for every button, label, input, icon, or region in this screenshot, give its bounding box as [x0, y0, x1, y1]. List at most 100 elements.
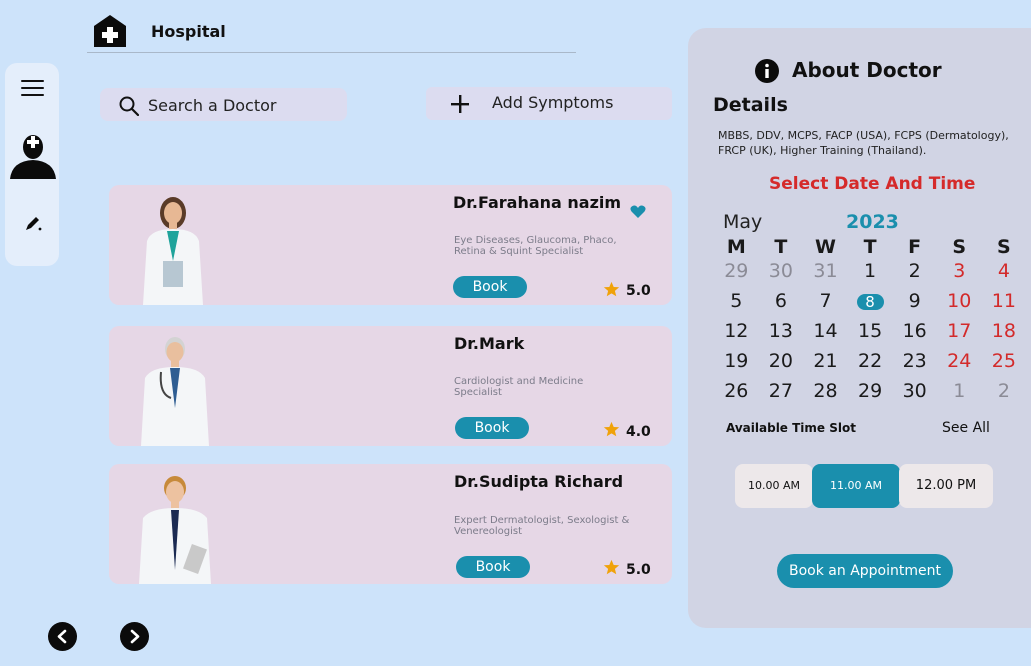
- selected-day-marker: 8: [856, 294, 884, 310]
- calendar-week-row: 29 30 31 1 2 3 4: [714, 259, 1031, 289]
- hospital-icon: [94, 15, 126, 47]
- doctor-specialty: Expert Dermatologist, Sexologist & Vener…: [454, 515, 630, 537]
- about-doctor-panel: About Doctor Details MBBS, DDV, MCPS, FA…: [688, 28, 1031, 628]
- calendar-weekday: T: [863, 236, 877, 258]
- calendar-day[interactable]: 7: [803, 289, 848, 319]
- time-slot-selected[interactable]: 11.00 AM: [812, 464, 900, 508]
- doctor-specialty: Eye Diseases, Glaucoma, Phaco, Retina & …: [454, 235, 617, 257]
- calendar-day[interactable]: 13: [759, 319, 804, 349]
- calendar-day[interactable]: 20: [759, 349, 804, 379]
- brand: Hospital: [93, 14, 226, 48]
- search-input[interactable]: Search a Doctor: [148, 96, 277, 115]
- star-icon: [603, 421, 620, 437]
- doctor-card[interactable]: Dr.Farahana nazim Eye Diseases, Glaucoma…: [109, 185, 672, 305]
- calendar-weekday: W: [815, 236, 836, 258]
- calendar-week-row: 5 6 7 8 9 10 11: [714, 289, 1031, 319]
- calendar-day[interactable]: 23: [892, 349, 937, 379]
- calendar-day[interactable]: 6: [759, 289, 804, 319]
- calendar-day[interactable]: 29: [848, 379, 893, 409]
- calendar-day[interactable]: 4: [982, 259, 1027, 289]
- calendar-day[interactable]: 22: [848, 349, 893, 379]
- doctor-photo: [141, 337, 209, 446]
- heart-icon[interactable]: [630, 205, 646, 219]
- doctor-photo: [143, 197, 203, 305]
- calendar-weekday: S: [952, 236, 967, 258]
- about-title: About Doctor: [792, 58, 942, 82]
- star-icon: [603, 559, 620, 575]
- calendar-day[interactable]: 21: [803, 349, 848, 379]
- calendar-day[interactable]: 26: [714, 379, 759, 409]
- calendar-week-row: 19 20 21 22 23 24 25: [714, 349, 1031, 379]
- book-button[interactable]: Book: [455, 417, 529, 439]
- calendar-day[interactable]: 18: [982, 319, 1027, 349]
- see-all-link[interactable]: See All: [942, 420, 990, 436]
- calendar-day[interactable]: 24: [937, 349, 982, 379]
- calendar-day[interactable]: 10: [937, 289, 982, 319]
- calendar-day[interactable]: 27: [759, 379, 804, 409]
- book-appointment-button[interactable]: Book an Appointment: [777, 554, 953, 588]
- calendar-day[interactable]: 29: [714, 259, 759, 289]
- menu-icon[interactable]: [21, 80, 44, 96]
- chevron-right-icon: [130, 629, 140, 644]
- calendar-weekday-row: MTWTFSS: [714, 235, 1031, 259]
- calendar-day[interactable]: 5: [714, 289, 759, 319]
- details-text: MBBS, DDV, MCPS, FACP (USA), FCPS (Derma…: [718, 129, 1009, 157]
- calendar-week-row: 12 13 14 15 16 17 18: [714, 319, 1031, 349]
- doctor-rating: 4.0: [626, 424, 651, 440]
- doctor-name: Dr.Farahana nazim: [453, 193, 622, 212]
- calendar-day[interactable]: 11: [982, 289, 1027, 319]
- calendar-day[interactable]: 25: [982, 349, 1027, 379]
- calendar-weekday: T: [774, 236, 788, 258]
- calendar-day[interactable]: 31: [803, 259, 848, 289]
- calendar-day[interactable]: 12: [714, 319, 759, 349]
- time-slot[interactable]: 10.00 AM: [735, 464, 813, 508]
- doctor-icon[interactable]: [8, 131, 58, 181]
- add-symptoms-label: Add Symptoms: [492, 93, 614, 112]
- chevron-left-icon: [57, 629, 67, 644]
- add-symptoms-button[interactable]: Add Symptoms: [426, 87, 672, 120]
- calendar-day[interactable]: 3: [937, 259, 982, 289]
- doctor-specialty: Cardiologist and Medicine Specialist: [454, 376, 584, 398]
- calendar-day[interactable]: 17: [937, 319, 982, 349]
- pen-icon[interactable]: [23, 213, 43, 233]
- doctor-name: Dr.Sudipta Richard: [454, 472, 624, 491]
- prev-page-button[interactable]: [48, 622, 77, 651]
- calendar: M T W T F S S 29 30 31 1 2 3 4 5 6 7 8 9 10 11 12 13 14 15 16 17 18…: [714, 235, 1031, 409]
- calendar-day[interactable]: 19: [714, 349, 759, 379]
- doctor-photo: [139, 476, 211, 584]
- calendar-day[interactable]: 30: [892, 379, 937, 409]
- calendar-day[interactable]: 2: [892, 259, 937, 289]
- app-title: Hospital: [151, 22, 226, 41]
- calendar-day[interactable]: 1: [848, 259, 893, 289]
- search-bar[interactable]: Search a Doctor: [100, 88, 347, 121]
- calendar-day[interactable]: 30: [759, 259, 804, 289]
- calendar-weekday: F: [908, 236, 922, 258]
- doctor-card[interactable]: Dr.Mark Cardiologist and Medicine Specia…: [109, 326, 672, 446]
- book-button[interactable]: Book: [453, 276, 527, 298]
- calendar-day[interactable]: 16: [892, 319, 937, 349]
- calendar-month: May: [723, 211, 763, 233]
- details-title: Details: [713, 94, 788, 116]
- calendar-day[interactable]: 15: [848, 319, 893, 349]
- plus-icon: [451, 95, 469, 113]
- calendar-weekday: S: [997, 236, 1011, 258]
- calendar-day[interactable]: 28: [803, 379, 848, 409]
- calendar-day[interactable]: 2: [982, 379, 1027, 409]
- calendar-day-selected[interactable]: 8: [848, 289, 893, 319]
- star-icon: [603, 281, 620, 297]
- calendar-day[interactable]: 14: [803, 319, 848, 349]
- header-divider: [87, 52, 576, 53]
- time-slot-title: Available Time Slot: [726, 421, 856, 435]
- search-icon: [119, 96, 139, 116]
- calendar-weekday: M: [726, 236, 746, 258]
- select-date-title: Select Date And Time: [769, 174, 976, 194]
- time-slot[interactable]: 12.00 PM: [899, 464, 993, 508]
- next-page-button[interactable]: [120, 622, 149, 651]
- calendar-day[interactable]: 9: [892, 289, 937, 319]
- doctor-card[interactable]: Dr.Sudipta Richard Expert Dermatologist,…: [109, 464, 672, 584]
- book-button[interactable]: Book: [456, 556, 530, 578]
- calendar-day[interactable]: 1: [937, 379, 982, 409]
- doctor-rating: 5.0: [626, 562, 651, 578]
- sidebar: [5, 63, 59, 266]
- calendar-year: 2023: [846, 211, 899, 233]
